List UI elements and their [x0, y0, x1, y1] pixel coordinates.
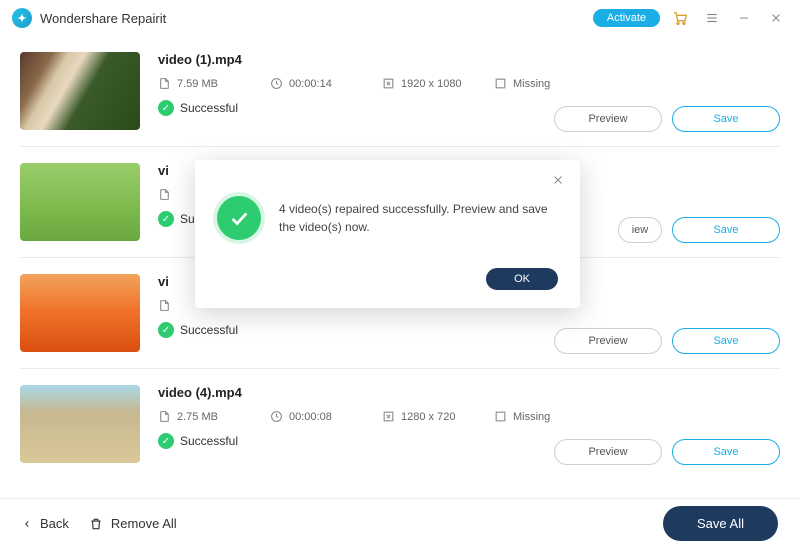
extra-info: Missing: [494, 77, 574, 90]
video-row: video (4).mp4 2.75 MB 00:00:08 1280 x 72…: [20, 369, 780, 479]
preview-button[interactable]: Preview: [554, 328, 662, 354]
save-button[interactable]: Save: [672, 328, 780, 354]
menu-icon[interactable]: [700, 6, 724, 30]
titlebar: ✦ Wondershare Repairit Activate: [0, 0, 800, 36]
video-filename: video (4).mp4: [158, 385, 780, 400]
preview-button[interactable]: Preview: [554, 439, 662, 465]
back-button[interactable]: Back: [22, 516, 69, 531]
save-all-button[interactable]: Save All: [663, 506, 778, 541]
success-icon: ✓: [158, 322, 174, 338]
close-icon[interactable]: [764, 6, 788, 30]
success-icon: ✓: [158, 100, 174, 116]
video-thumbnail[interactable]: [20, 163, 140, 241]
footer: Back Remove All Save All: [0, 498, 800, 548]
ok-button[interactable]: OK: [486, 268, 558, 290]
trash-icon: [89, 517, 103, 531]
success-modal: 4 video(s) repaired successfully. Previe…: [195, 160, 580, 308]
file-size: 7.59 MB: [158, 77, 238, 90]
duration: 00:00:14: [270, 77, 350, 90]
preview-button[interactable]: Preview: [554, 106, 662, 132]
info-icon: [494, 77, 507, 90]
resolution-icon: [382, 77, 395, 90]
chevron-left-icon: [22, 517, 32, 531]
resolution-icon: [382, 410, 395, 423]
extra-info: Missing: [494, 410, 574, 423]
file-icon: [158, 188, 171, 201]
file-icon: [158, 77, 171, 90]
close-icon: [552, 174, 564, 186]
video-thumbnail[interactable]: [20, 385, 140, 463]
remove-all-label: Remove All: [111, 516, 177, 531]
file-size: 2.75 MB: [158, 410, 238, 423]
success-check-icon: [217, 196, 261, 240]
resolution: 1920 x 1080: [382, 77, 462, 90]
video-thumbnail[interactable]: [20, 274, 140, 352]
success-icon: ✓: [158, 211, 174, 227]
info-icon: [494, 410, 507, 423]
app-logo-icon: ✦: [12, 8, 32, 28]
video-thumbnail[interactable]: [20, 52, 140, 130]
modal-close-button[interactable]: [548, 170, 568, 190]
app-title: Wondershare Repairit: [40, 11, 166, 26]
activate-button[interactable]: Activate: [593, 9, 660, 27]
resolution: 1280 x 720: [382, 410, 462, 423]
save-button[interactable]: Save: [672, 439, 780, 465]
preview-button[interactable]: iew: [618, 217, 662, 243]
video-filename: video (1).mp4: [158, 52, 780, 67]
file-icon: [158, 299, 171, 312]
minimize-icon[interactable]: [732, 6, 756, 30]
clock-icon: [270, 77, 283, 90]
save-button[interactable]: Save: [672, 106, 780, 132]
video-row: video (1).mp4 7.59 MB 00:00:14 1920 x 10…: [20, 36, 780, 147]
file-icon: [158, 410, 171, 423]
success-icon: ✓: [158, 433, 174, 449]
remove-all-button[interactable]: Remove All: [89, 516, 177, 531]
clock-icon: [270, 410, 283, 423]
cart-icon[interactable]: [668, 6, 692, 30]
save-button[interactable]: Save: [672, 217, 780, 243]
duration: 00:00:08: [270, 410, 350, 423]
modal-message: 4 video(s) repaired successfully. Previe…: [279, 196, 558, 236]
back-label: Back: [40, 516, 69, 531]
